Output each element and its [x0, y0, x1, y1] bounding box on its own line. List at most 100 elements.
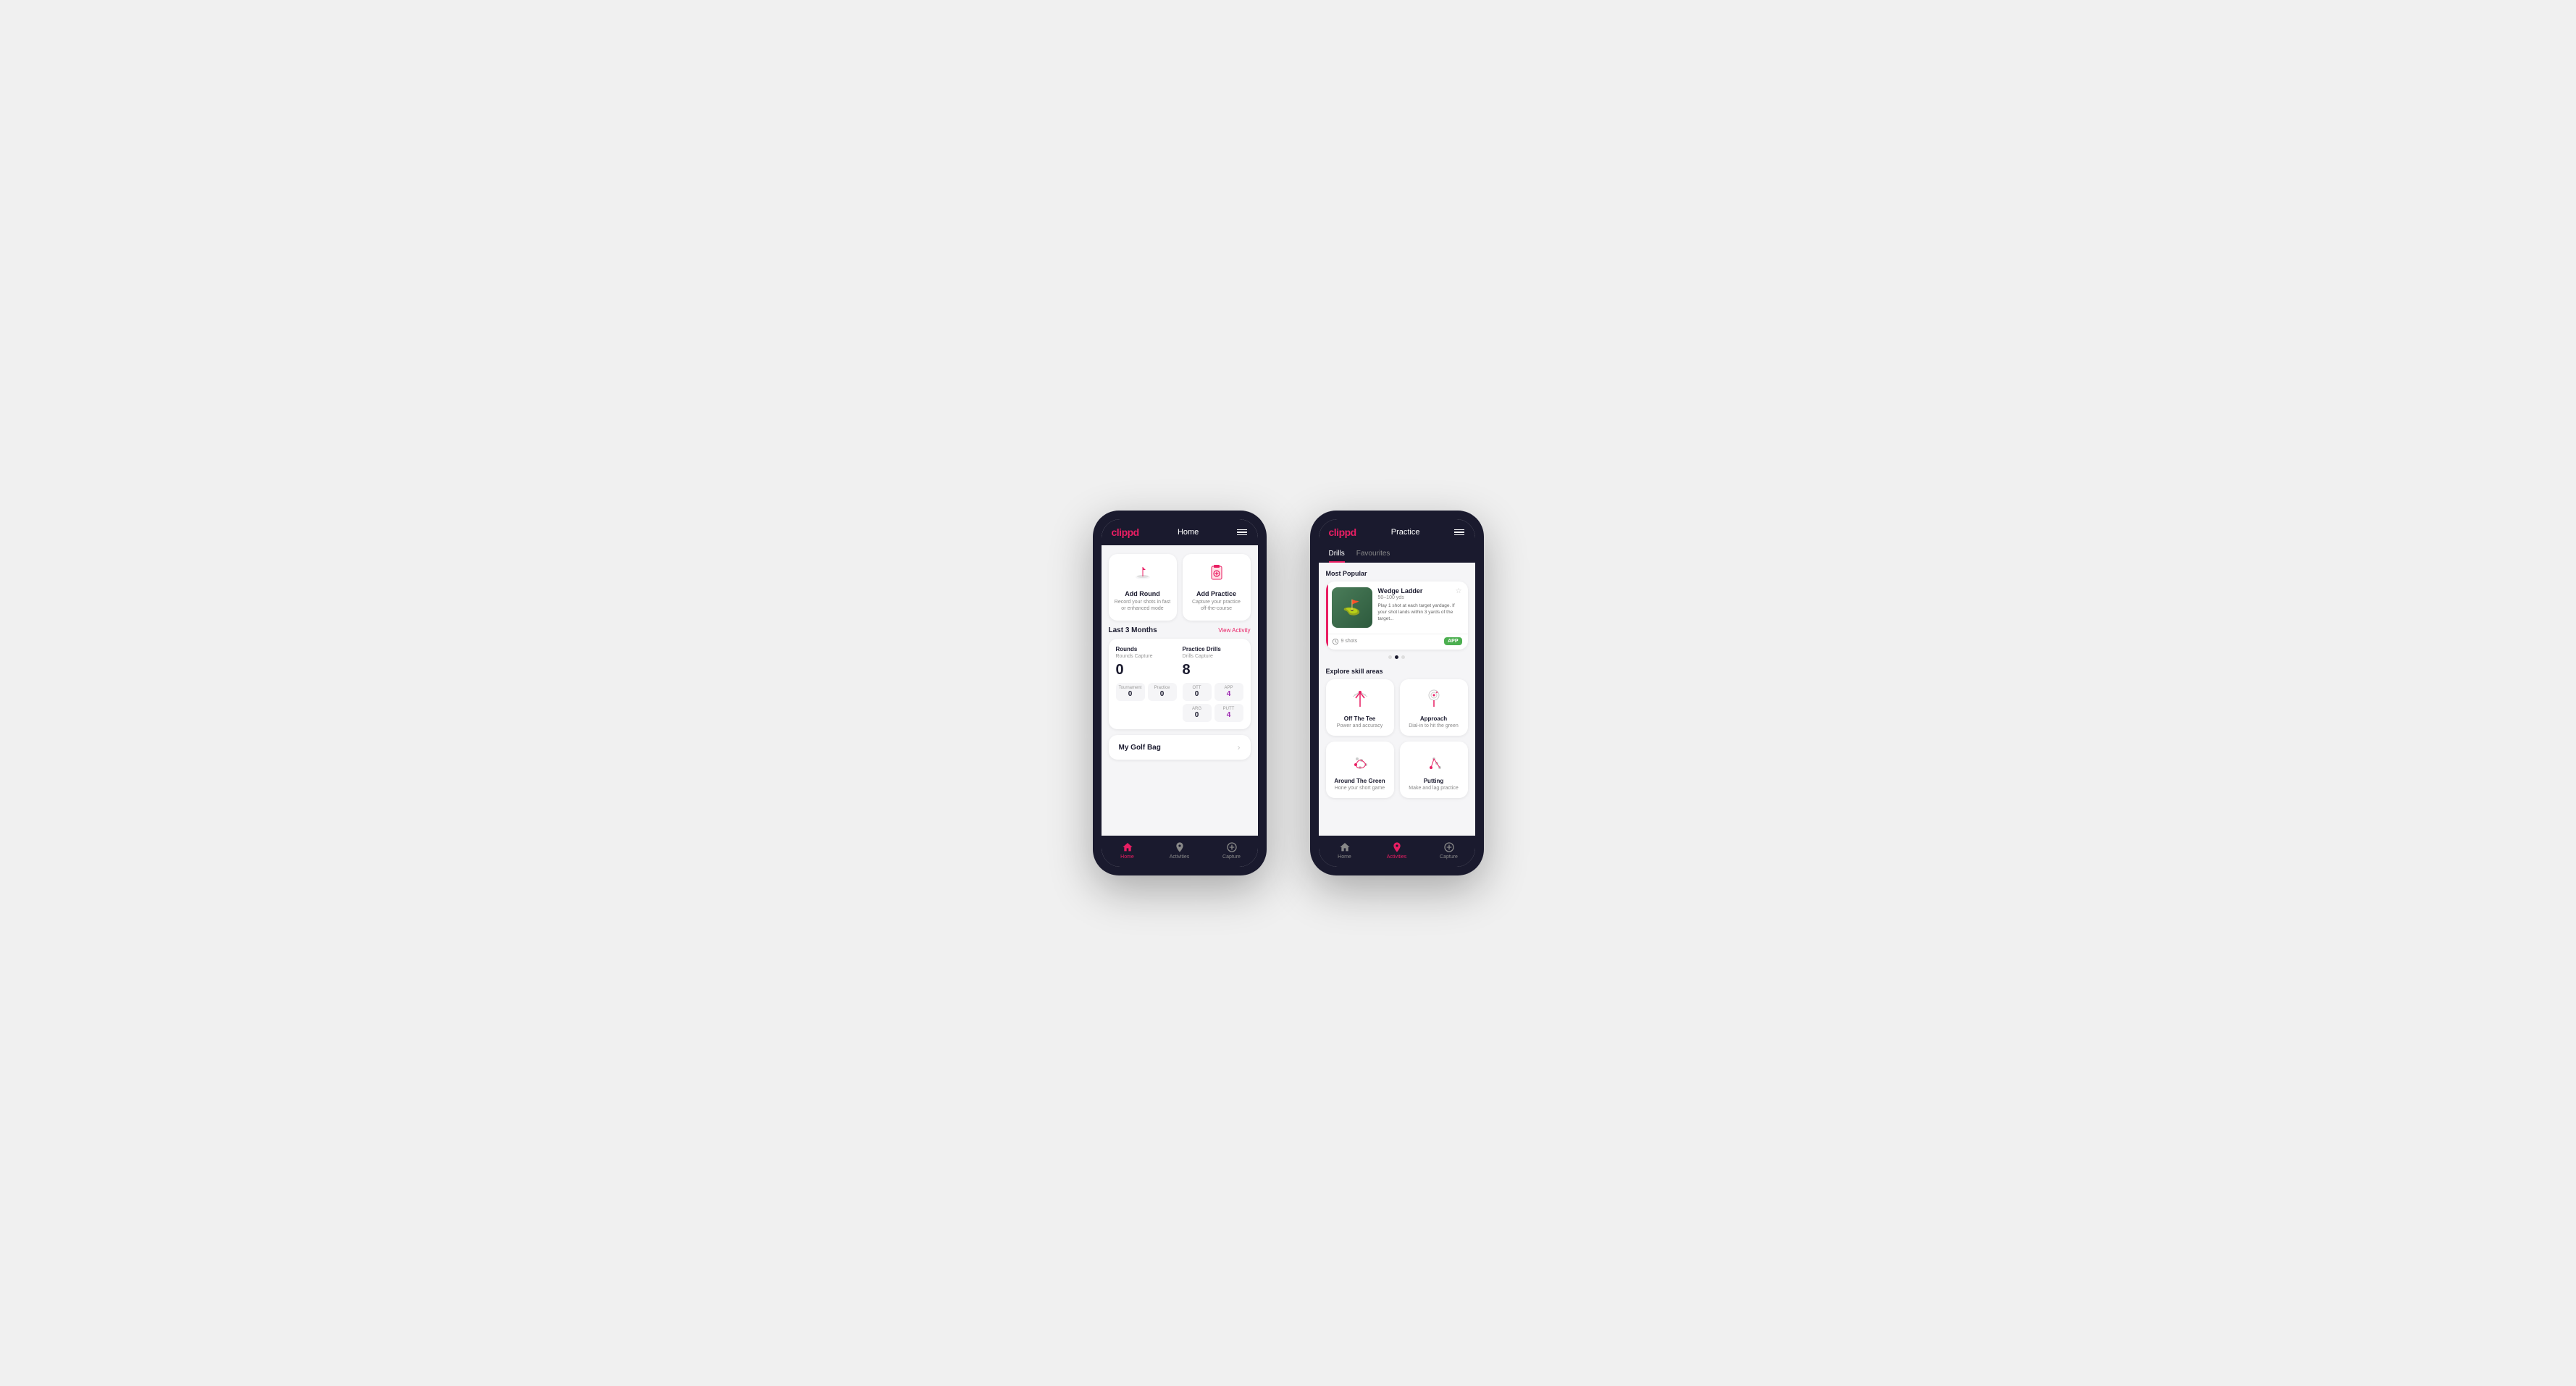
around-green-sub: Hone your short game [1335, 786, 1385, 791]
rounds-title: Rounds [1116, 646, 1177, 652]
drills-title: Practice Drills [1183, 646, 1243, 652]
nav-capture-label-2: Capture [1440, 854, 1458, 860]
app-val: 4 [1217, 690, 1241, 698]
activities-icon [1174, 841, 1186, 853]
rounds-capture-label: Rounds Capture [1116, 654, 1177, 659]
add-round-desc: Record your shots in fast or enhanced mo… [1115, 599, 1171, 612]
practice-menu-button[interactable] [1454, 529, 1464, 536]
nav-home-label-2: Home [1338, 854, 1351, 860]
skill-off-the-tee[interactable]: Off The Tee Power and accuracy [1326, 679, 1394, 736]
app-badge: APP [1444, 637, 1461, 645]
capture-icon [1226, 841, 1238, 853]
phone-practice: clippd Practice Drills Favourites Most P… [1310, 511, 1484, 875]
tabs-row: Drills Favourites [1319, 545, 1475, 563]
capture-icon-2 [1443, 841, 1455, 853]
off-the-tee-sub: Power and accuracy [1337, 723, 1383, 728]
putting-sub: Make and lag practice [1409, 786, 1458, 791]
home-title: Home [1178, 528, 1199, 537]
around-green-icon [1347, 749, 1373, 775]
practice-stat: Practice 0 [1148, 683, 1177, 701]
nav-capture-2[interactable]: Capture [1423, 841, 1475, 860]
nav-capture[interactable]: Capture [1206, 841, 1258, 860]
nav-activities-2[interactable]: Activities [1371, 841, 1423, 860]
activities-icon-2 [1391, 841, 1403, 853]
action-cards: Add Round Record your shots in fast or e… [1102, 545, 1258, 626]
practice-header: clippd Practice [1319, 519, 1475, 545]
nav-activities-label-2: Activities [1387, 854, 1407, 860]
phone-home: clippd Home A [1093, 511, 1267, 875]
add-practice-icon [1207, 563, 1227, 587]
nav-home-label: Home [1120, 854, 1134, 860]
featured-shots: 9 shots [1332, 638, 1358, 645]
practice-content: Most Popular ☆ Wedge Ladder 50–100 yds P… [1319, 563, 1475, 836]
dot-2 [1395, 655, 1398, 659]
shots-count: 9 shots [1341, 639, 1358, 644]
app-stat: APP 4 [1214, 683, 1243, 701]
practice-val: 0 [1151, 690, 1174, 698]
putting-title: Putting [1424, 778, 1444, 784]
nav-activities-label: Activities [1170, 854, 1190, 860]
around-green-title: Around The Green [1334, 778, 1385, 784]
logo: clippd [1112, 526, 1139, 538]
tab-favourites[interactable]: Favourites [1356, 545, 1390, 563]
nav-home-2[interactable]: Home [1319, 841, 1371, 860]
drills-total: 8 [1183, 662, 1243, 679]
add-practice-title: Add Practice [1196, 590, 1236, 597]
home-content: Add Round Record your shots in fast or e… [1102, 545, 1258, 836]
add-round-icon [1133, 563, 1153, 587]
add-practice-desc: Capture your practice off-the-course [1188, 599, 1245, 612]
bottom-nav-practice: Home Activities Capture [1319, 836, 1475, 867]
skill-approach[interactable]: Approach Dial-in to hit the green [1400, 679, 1468, 736]
bottom-nav-home: Home Activities Capture [1102, 836, 1258, 867]
practice-logo: clippd [1329, 526, 1356, 538]
skill-putting[interactable]: Putting Make and lag practice [1400, 742, 1468, 798]
stats-period: Last 3 Months [1109, 626, 1157, 634]
chevron-icon: › [1238, 742, 1241, 752]
golf-bag-label: My Golf Bag [1119, 744, 1161, 752]
rounds-col: Rounds Rounds Capture 0 Tournament 0 Pra… [1116, 646, 1177, 722]
carousel-dots [1319, 655, 1475, 659]
off-the-tee-icon [1347, 686, 1373, 713]
ott-val: 0 [1186, 690, 1209, 698]
featured-image [1332, 587, 1372, 628]
add-round-title: Add Round [1125, 590, 1160, 597]
arg-stat: ARG 0 [1183, 704, 1212, 722]
explore-label: Explore skill areas [1319, 665, 1475, 679]
tab-drills[interactable]: Drills [1329, 545, 1345, 563]
featured-card[interactable]: ☆ Wedge Ladder 50–100 yds Play 1 shot at… [1326, 581, 1468, 650]
nav-capture-label: Capture [1222, 854, 1241, 860]
stats-grid: Rounds Rounds Capture 0 Tournament 0 Pra… [1116, 646, 1243, 722]
accent-bar [1326, 581, 1328, 650]
stats-section: Last 3 Months View Activity Rounds Round… [1102, 626, 1258, 735]
home-icon-2 [1339, 841, 1351, 853]
rounds-sub: Tournament 0 Practice 0 [1116, 683, 1177, 701]
clock-icon [1332, 638, 1339, 645]
drills-col: Practice Drills Drills Capture 8 OTT 0 A… [1183, 646, 1243, 722]
stats-header: Last 3 Months View Activity [1109, 626, 1251, 634]
dot-1 [1388, 655, 1392, 659]
drills-sub: OTT 0 APP 4 ARG 0 [1183, 683, 1243, 722]
add-round-card[interactable]: Add Round Record your shots in fast or e… [1109, 554, 1177, 621]
practice-title: Practice [1391, 528, 1420, 537]
add-practice-card[interactable]: Add Practice Capture your practice off-t… [1183, 554, 1251, 621]
nav-home[interactable]: Home [1102, 841, 1154, 860]
featured-subtitle: 50–100 yds [1378, 595, 1462, 600]
putt-stat: PUTT 4 [1214, 704, 1243, 722]
featured-desc: Play 1 shot at each target yardage. If y… [1378, 602, 1462, 622]
rounds-total: 0 [1116, 662, 1177, 679]
star-icon[interactable]: ☆ [1456, 587, 1462, 595]
approach-title: Approach [1420, 715, 1447, 722]
arg-val: 0 [1186, 711, 1209, 719]
featured-footer: 9 shots APP [1326, 634, 1468, 650]
approach-sub: Dial-in to hit the green [1409, 723, 1458, 728]
featured-card-inner: Wedge Ladder 50–100 yds Play 1 shot at e… [1326, 581, 1468, 634]
skill-around-green[interactable]: Around The Green Hone your short game [1326, 742, 1394, 798]
skill-grid: Off The Tee Power and accuracy [1319, 679, 1475, 805]
nav-activities[interactable]: Activities [1154, 841, 1206, 860]
tournament-val: 0 [1119, 690, 1142, 698]
ott-stat: OTT 0 [1183, 683, 1212, 701]
tournament-stat: Tournament 0 [1116, 683, 1145, 701]
view-activity-link[interactable]: View Activity [1218, 627, 1250, 634]
golf-bag[interactable]: My Golf Bag › [1109, 735, 1251, 760]
menu-button[interactable] [1237, 529, 1247, 536]
